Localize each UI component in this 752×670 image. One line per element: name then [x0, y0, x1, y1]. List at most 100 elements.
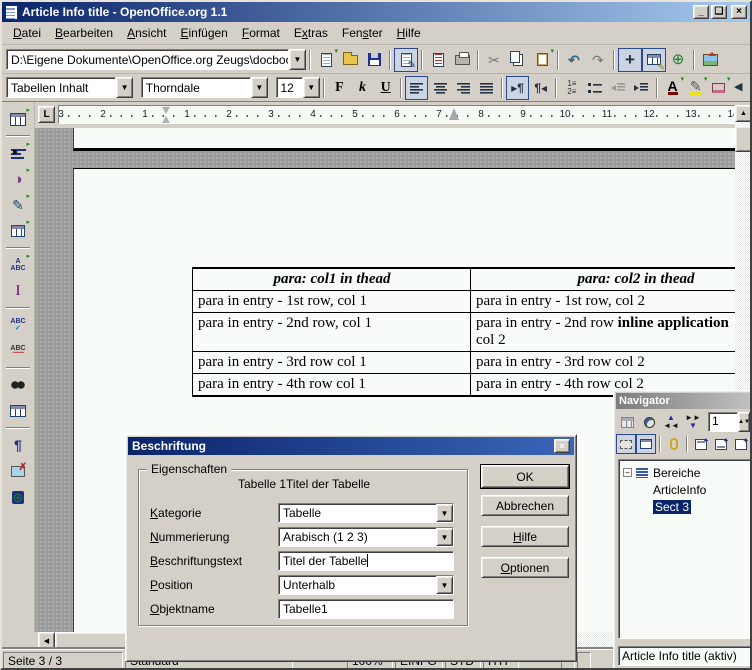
help-button[interactable]: Hilfe [481, 526, 569, 547]
gallery-button[interactable] [698, 48, 722, 72]
table-cell[interactable]: para in entry - 1st row, col 1 [193, 291, 471, 312]
autotext-button[interactable]: AABC▸ [6, 253, 30, 277]
menu-format[interactable]: Format [235, 23, 287, 43]
align-right-button[interactable] [452, 76, 475, 100]
insert-table-button[interactable]: ▸ [6, 107, 30, 131]
open-button[interactable] [338, 48, 362, 72]
font-name-combobox[interactable]: Thorndale ▼ [141, 77, 268, 98]
navigator-content-tree[interactable]: − Bereiche ArticleInfo Sect 3 [618, 459, 752, 639]
scroll-up-icon[interactable]: ▲ [735, 105, 752, 122]
find-replace-button[interactable] [6, 373, 30, 397]
table-cell[interactable]: para in entry - 1st row, col 2 [471, 291, 735, 312]
direct-cursor-button[interactable]: I [6, 279, 30, 303]
background-color-button[interactable]: ▾ [707, 76, 730, 100]
nonprinting-chars-button[interactable]: ¶ [6, 433, 30, 457]
right-margin-marker[interactable] [449, 108, 459, 120]
tree-item-articleinfo[interactable]: ArticleInfo [621, 481, 750, 498]
nav-navigation-button[interactable] [638, 412, 660, 432]
url-combobox[interactable]: D:\Eigene Dokumente\OpenOffice.org Zeugs… [6, 49, 306, 70]
online-layout-button[interactable]: ⊕ [6, 485, 30, 509]
bullet-list-button[interactable] [583, 76, 606, 100]
table-header-cell[interactable]: para: col2 in thead [471, 269, 735, 290]
navigator-document-selector[interactable]: Article Info title (aktiv) [618, 646, 752, 666]
edit-file-button[interactable]: ✎ [394, 48, 418, 72]
menu-ansicht[interactable]: Ansicht [120, 23, 173, 43]
cut-button[interactable]: ✂ [482, 48, 506, 72]
horizontal-ruler[interactable]: 3211234567891011121314 [58, 105, 735, 124]
kategorie-combobox[interactable]: Tabelle▼ [278, 503, 454, 523]
copy-button[interactable] [506, 48, 530, 72]
nav-toggle-button[interactable] [616, 412, 638, 432]
numbered-list-button[interactable]: 1≡2≡ [560, 76, 583, 100]
draw-functions-button[interactable]: ✎▸ [6, 193, 30, 217]
menu-einfuegen[interactable]: Einfügen [173, 23, 234, 43]
navigator-toggle-button[interactable]: + [618, 48, 642, 72]
ruler-corner-button[interactable]: L [38, 106, 55, 123]
table-cell[interactable]: para in entry - 2nd row, col 1 [193, 313, 471, 351]
font-size-value[interactable]: 12 [276, 77, 303, 98]
ltr-button[interactable]: ▸¶ [506, 76, 529, 100]
ok-button[interactable]: OK [481, 465, 569, 488]
url-dropdown-icon[interactable]: ▼ [289, 49, 306, 70]
cancel-button[interactable]: Abbrechen [481, 495, 569, 516]
new-document-button[interactable]: ▾ [314, 48, 338, 72]
tree-item-bereiche[interactable]: − Bereiche [621, 464, 750, 481]
bold-button[interactable]: F [328, 76, 351, 100]
font-name-value[interactable]: Thorndale [141, 77, 251, 98]
dialog-title-bar[interactable]: Beschriftung × [128, 437, 574, 455]
underline-button[interactable]: U [374, 76, 397, 100]
maximize-button[interactable]: ❏ [711, 5, 727, 19]
print-button[interactable] [450, 48, 474, 72]
kategorie-dropdown-icon[interactable]: ▼ [436, 504, 453, 522]
hyperlink-button[interactable]: ⊕ [666, 48, 690, 72]
decrease-indent-button[interactable] [607, 76, 630, 100]
nav-header-button[interactable]: + [691, 434, 711, 454]
nav-previous-button[interactable]: ▲◄◄ [660, 412, 682, 432]
toolbar-collapse-button[interactable]: ◀ [731, 76, 746, 100]
close-button[interactable]: × [731, 5, 747, 19]
table-header-cell[interactable]: para: col1 in thead [193, 269, 471, 290]
nav-next-button[interactable]: ►►▼ [682, 412, 704, 432]
insert-object-button[interactable]: ◑▸ [6, 167, 30, 191]
nummerierung-dropdown-icon[interactable]: ▼ [436, 528, 453, 546]
data-sources-button[interactable] [6, 399, 30, 423]
size-dropdown-icon[interactable]: ▼ [303, 77, 320, 98]
menu-datei[interactable]: Datei [6, 23, 48, 43]
nav-contentview-button[interactable] [636, 434, 656, 454]
increase-indent-button[interactable] [630, 76, 653, 100]
align-center-button[interactable] [428, 76, 451, 100]
tree-label[interactable]: ArticleInfo [653, 483, 706, 497]
document-table[interactable]: para: col1 in thead para: col2 in thead … [192, 267, 735, 397]
dialog-close-icon[interactable]: × [554, 439, 570, 453]
scroll-left-icon[interactable]: ◀ [38, 632, 55, 649]
tree-label[interactable]: Bereiche [653, 466, 700, 480]
undo-button[interactable]: ↶ [562, 48, 586, 72]
rtl-button[interactable]: ¶◂ [529, 76, 552, 100]
nav-reminder-button[interactable] [664, 434, 684, 454]
insert-fields-button[interactable]: ▸ [6, 141, 30, 165]
font-dropdown-icon[interactable]: ▼ [251, 77, 268, 98]
vertical-scroll-thumb[interactable] [735, 126, 752, 152]
tree-label-selected[interactable]: Sect 3 [653, 500, 691, 514]
menu-hilfe[interactable]: Hilfe [390, 23, 428, 43]
menu-bearbeiten[interactable]: Bearbeiten [48, 23, 120, 43]
navigator-title-bar[interactable]: Navigator [616, 393, 751, 409]
tree-item-sect3[interactable]: Sect 3 [621, 498, 750, 515]
graphics-onoff-button[interactable] [6, 459, 30, 483]
position-combobox[interactable]: Unterhalb▼ [278, 575, 454, 595]
spellcheck-button[interactable]: ABC✓ [6, 313, 30, 337]
spinner-buttons-icon[interactable]: ▲▼ [738, 412, 750, 432]
menu-extras[interactable]: Extras [287, 23, 335, 43]
left-margin-marker[interactable] [162, 107, 171, 123]
style-dropdown-icon[interactable]: ▼ [116, 77, 133, 98]
menu-fenster[interactable]: Fenster [335, 23, 390, 43]
paragraph-style-combobox[interactable]: Tabellen Inhalt ▼ [6, 77, 133, 98]
highlight-button[interactable]: ✎▾ [684, 76, 707, 100]
caption-dialog[interactable]: Beschriftung × Eigenschaften Tabelle 1Ti… [125, 434, 577, 662]
align-justify-button[interactable] [475, 76, 498, 100]
objektname-input[interactable]: Tabelle1 [278, 599, 454, 619]
options-button[interactable]: Optionen [481, 557, 569, 578]
table-cell[interactable]: para in entry - 3rd row col 1 [193, 352, 471, 373]
title-bar[interactable]: Article Info title - OpenOffice.org 1.1 … [2, 2, 750, 22]
minimize-button[interactable]: _ [693, 5, 709, 19]
